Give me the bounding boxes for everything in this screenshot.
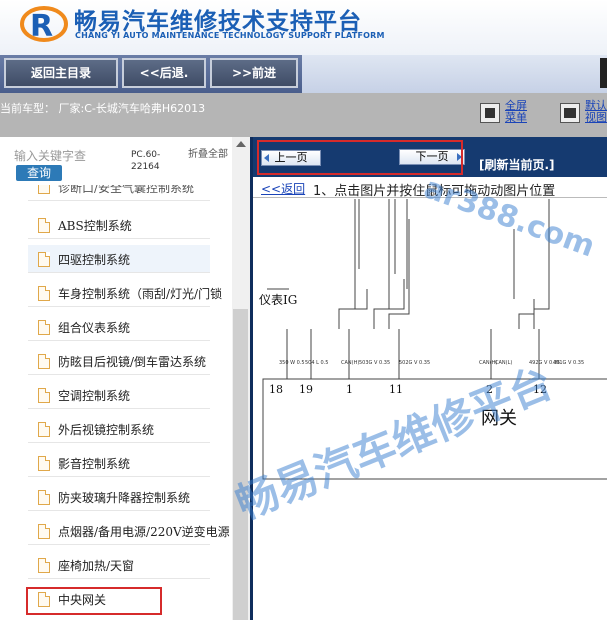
scroll-thumb[interactable] [233, 309, 248, 620]
forward-button[interactable]: >>前进 [210, 58, 298, 88]
document-icon [38, 252, 50, 267]
guide-bar: <<返回 1、点击图片并按住鼠标可拖动动图片位置 [253, 177, 607, 199]
tree-item-label: 座椅加热/天窗 [58, 559, 135, 573]
guide-text: 1、点击图片并按住鼠标可拖动动图片位置 [313, 184, 556, 199]
search-area: 查询 PC.60-22164 折叠全部 [0, 137, 232, 189]
pin-number: 12 [533, 383, 547, 396]
diagram-gateway-label: 网关 [481, 408, 517, 429]
tree-item-body-control[interactable]: 车身控制系统（雨刮/灯光/门锁 [28, 279, 222, 307]
wiring-diagram[interactable]: 仪表IG 350 W 0.5 504 L 0.5 CAN(H) 503G V 0… [259, 199, 607, 620]
tree-item-ac[interactable]: 空调控制系统 [28, 381, 210, 409]
fullscreen-icon[interactable] [480, 103, 500, 123]
tree-item-abs[interactable]: ABS控制系统 [28, 211, 210, 239]
tree-item-label: 外后视镜控制系统 [58, 423, 155, 437]
document-icon [38, 320, 50, 335]
header-banner: R 畅易汽车维修技术支持平台 CHANG YI AUTO MAINTENANCE… [0, 0, 607, 55]
back-button[interactable]: <<后退. [122, 58, 206, 88]
wire-label: CAN(L) [495, 360, 512, 366]
document-icon [38, 388, 50, 403]
document-icon [38, 456, 50, 471]
default-view-link[interactable]: 默认 视图 [585, 100, 607, 124]
diagram-left-label: 仪表IG [259, 293, 297, 307]
return-link[interactable]: <<返回 [261, 180, 305, 197]
tree-item-audio[interactable]: 影音控制系统 [28, 449, 210, 477]
pin-number: 2 [486, 383, 493, 396]
brand-subtitle: CHANG YI AUTO MAINTENANCE TECHNOLOGY SUP… [75, 31, 385, 40]
document-icon [38, 354, 50, 369]
tree-item-label: 四驱控制系统 [58, 253, 131, 267]
tree-item-label: 组合仪表系统 [58, 321, 131, 335]
content-top-bar: 上一页 下一页 [刷新当前页.] [253, 137, 607, 177]
home-button[interactable]: 返回主目录 [4, 58, 118, 88]
wire-label: 350 W 0.5 [279, 360, 305, 366]
document-icon [38, 558, 50, 573]
pin-number: 18 [269, 383, 283, 396]
document-icon [38, 524, 50, 539]
pin-number: 1 [346, 383, 353, 396]
refresh-page-link[interactable]: [刷新当前页.] [479, 156, 555, 173]
wire-label: 502G V 0.35 [399, 360, 430, 366]
document-icon [38, 422, 50, 437]
toolbar-edge [600, 58, 607, 88]
default-view-link-line2: 视图 [585, 111, 607, 124]
tree-item-seat-heating[interactable]: 座椅加热/天窗 [28, 551, 210, 579]
selected-item-highlight [26, 587, 162, 615]
tree-item-label: ABS控制系统 [58, 219, 132, 233]
diagram-wires [262, 199, 607, 480]
tree-item-label: 影音控制系统 [58, 457, 131, 471]
content-panel: 上一页 下一页 [刷新当前页.] <<返回 1、点击图片并按住鼠标可拖动动图片位… [250, 137, 607, 620]
tree-item-power-outlet[interactable]: 点烟器/备用电源/220V逆变电源 [28, 517, 230, 545]
sidebar-scrollbar[interactable] [232, 137, 250, 620]
wire-label: 504 L 0.5 [305, 360, 328, 366]
code-label: PC.60-22164 [131, 150, 161, 172]
tree-item-label: 空调控制系统 [58, 389, 131, 403]
wire-label: 491G V 0.35 [553, 360, 584, 366]
query-button[interactable]: 查询 [16, 165, 62, 181]
tree-item-window[interactable]: 防夹玻璃升降器控制系统 [28, 483, 210, 511]
tree-item-mirror-radar[interactable]: 防眩目后视镜/倒车雷达系统 [28, 347, 210, 375]
tree-item-label: 诊断口/安全气囊控制系统 [58, 185, 195, 195]
tree-item-label: 防夹玻璃升降器控制系统 [58, 491, 191, 505]
diagram-wire-labels: 350 W 0.5 504 L 0.5 CAN(H) 503G V 0.35 5… [279, 360, 584, 366]
wire-label: CAN(H) [341, 360, 359, 366]
document-icon [38, 286, 50, 301]
wire-label: 503G V 0.35 [359, 360, 390, 366]
main-toolbar: 返回主目录 <<后退. >>前进 [0, 55, 607, 93]
svg-text:R: R [30, 9, 53, 44]
scroll-up-arrow-icon[interactable] [236, 141, 246, 147]
tree-item-outer-mirror[interactable]: 外后视镜控制系统 [28, 415, 210, 443]
tree-item-airbag[interactable]: 诊断口/安全气囊控制系统 [28, 185, 210, 201]
fullscreen-link-line2: 菜单 [505, 111, 527, 124]
fullscreen-link[interactable]: 全屏 菜单 [505, 100, 527, 124]
page-nav-highlight [257, 140, 463, 175]
diagram-pin-numbers: 18 19 1 11 2 12 [269, 383, 547, 396]
app-window: { "header": { "title": "畅易汽车维修技术支持平台", "… [0, 0, 607, 620]
document-icon [38, 185, 50, 194]
system-tree: 诊断口/安全气囊控制系统 ABS控制系统 四驱控制系统 车身控制系统（雨刮/灯光… [0, 185, 232, 620]
default-view-icon[interactable] [560, 103, 580, 123]
search-input[interactable] [14, 148, 126, 164]
document-icon [38, 218, 50, 233]
brand-logo-icon: R [20, 6, 68, 44]
pin-number: 11 [389, 383, 403, 396]
current-vehicle-label: 当前车型： 厂家:C-长城汽车哈弗H62013 [0, 102, 206, 115]
pin-number: 19 [299, 383, 313, 396]
tree-item-label: 车身控制系统（雨刮/灯光/门锁 [58, 287, 223, 301]
tree-item-4wd[interactable]: 四驱控制系统 [28, 245, 210, 273]
document-icon [38, 490, 50, 505]
vehicle-info-bar: 当前车型： 厂家:C-长城汽车哈弗H62013 全屏 菜单 默认 视图 [0, 93, 607, 137]
collapse-all-link[interactable]: 折叠全部 [188, 149, 228, 161]
tree-item-label: 点烟器/备用电源/220V逆变电源 [58, 525, 230, 539]
tree-item-label: 防眩目后视镜/倒车雷达系统 [58, 355, 207, 369]
sidebar: 查询 PC.60-22164 折叠全部 诊断口/安全气囊控制系统 ABS控制系统… [0, 137, 250, 620]
toolbar-right-area [302, 55, 607, 93]
tree-item-cluster[interactable]: 组合仪表系统 [28, 313, 210, 341]
